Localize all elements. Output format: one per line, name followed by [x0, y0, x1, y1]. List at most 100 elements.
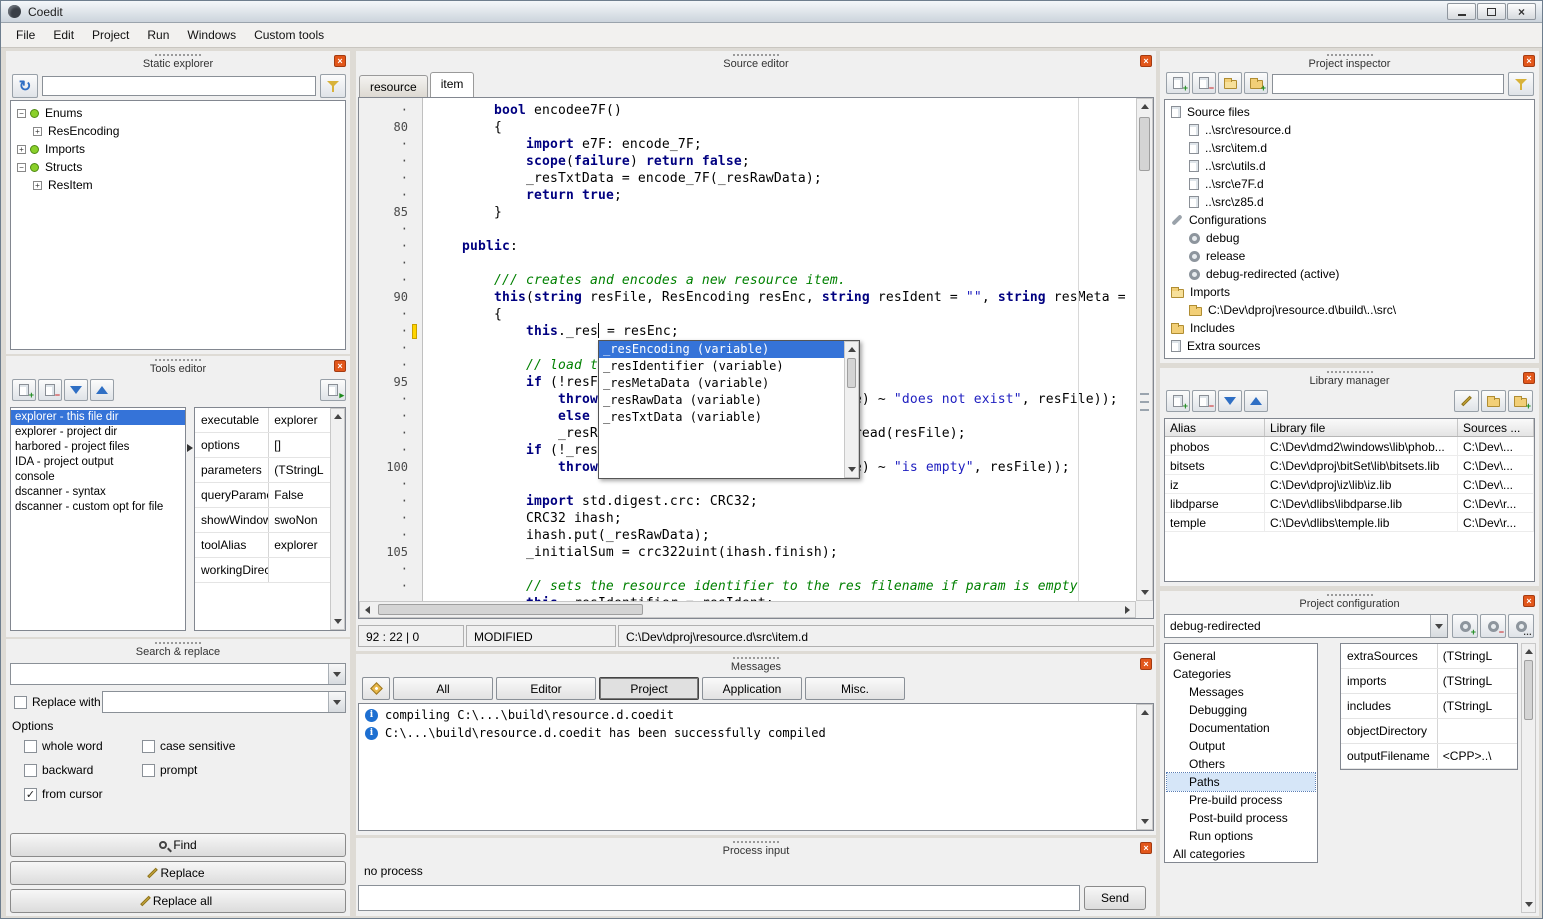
property-value[interactable]: <CPP>..\: [1438, 744, 1517, 768]
project-tree-item[interactable]: C:\Dev\dproj\resource.d\build\..\src\: [1165, 301, 1534, 319]
property-value[interactable]: (TStringL: [1438, 644, 1517, 668]
collapse-expander-icon[interactable]: −: [17, 109, 26, 118]
project-tree-item[interactable]: Extra sources: [1165, 337, 1534, 355]
drag-grip-icon[interactable]: [733, 841, 779, 843]
library-row[interactable]: bitsetsC:\Dev\dproj\bitSet\lib\bitsets.l…: [1165, 456, 1534, 475]
option-checkbox-whole-word[interactable]: whole word: [24, 739, 142, 753]
checkbox-icon[interactable]: [24, 764, 37, 777]
menu-windows[interactable]: Windows: [178, 25, 245, 45]
category-item[interactable]: Paths: [1167, 773, 1315, 791]
message-row[interactable]: icompiling C:\...\build\resource.d.coedi…: [359, 706, 1136, 724]
code-line[interactable]: [430, 561, 1136, 578]
editor-hscrollbar[interactable]: [359, 601, 1136, 618]
titlebar[interactable]: Coedit ×: [1, 1, 1542, 23]
category-item[interactable]: Categories: [1167, 665, 1315, 683]
scroll-down-arrow[interactable]: [845, 462, 858, 477]
expand-expander-icon[interactable]: +: [17, 145, 26, 154]
library-row[interactable]: izC:\Dev\dproj\iz\lib\iz.libC:\Dev\...: [1165, 475, 1534, 494]
scroll-down-arrow[interactable]: [331, 614, 344, 629]
project-tree-item[interactable]: Includes: [1165, 319, 1534, 337]
scrollbar-thumb[interactable]: [1524, 660, 1533, 720]
property-value[interactable]: []: [269, 433, 330, 457]
code-line[interactable]: import e7F: encode_7F;: [430, 136, 1136, 153]
close-panel-button[interactable]: ×: [1140, 842, 1152, 854]
close-panel-button[interactable]: ×: [1140, 658, 1152, 670]
add-tool-button[interactable]: +: [12, 379, 36, 401]
code-line[interactable]: /// creates and encodes a new resource i…: [430, 272, 1136, 289]
close-panel-button[interactable]: ×: [1523, 372, 1535, 384]
code-line[interactable]: CRC32 ihash;: [430, 510, 1136, 527]
move-library-down-button[interactable]: [1218, 390, 1242, 412]
menu-file[interactable]: File: [7, 25, 44, 45]
drag-grip-icon[interactable]: [155, 359, 201, 361]
code-line[interactable]: [430, 221, 1136, 238]
library-row[interactable]: phobosC:\Dev\dmd2\windows\lib\phob...C:\…: [1165, 437, 1534, 456]
open-library-file-button[interactable]: [1481, 390, 1506, 412]
filter-editor[interactable]: Editor: [496, 677, 596, 700]
panel-header[interactable]: Tools editor×: [6, 356, 350, 376]
code-line[interactable]: // sets the resource identifier to the r…: [430, 578, 1136, 595]
move-library-up-button[interactable]: [1244, 390, 1268, 412]
scroll-up-arrow[interactable]: [1522, 644, 1535, 659]
project-tree-item[interactable]: ..\src\utils.d: [1165, 157, 1534, 175]
category-item[interactable]: Output: [1167, 737, 1315, 755]
project-tree-item[interactable]: ..\src\e7F.d: [1165, 175, 1534, 193]
scroll-up-arrow[interactable]: [1137, 99, 1152, 114]
close-panel-button[interactable]: ×: [334, 55, 346, 67]
completion-item[interactable]: _resRawData (variable): [599, 392, 844, 409]
drag-grip-icon[interactable]: [1327, 54, 1373, 56]
remove-tool-button[interactable]: −: [38, 379, 62, 401]
splitter-arrow-icon[interactable]: [187, 444, 193, 452]
category-item[interactable]: General: [1167, 647, 1315, 665]
checkbox-icon[interactable]: ✓: [24, 788, 37, 801]
library-row[interactable]: templeC:\Dev\dlibs\temple.libC:\Dev\r...: [1165, 513, 1534, 532]
process-input-field[interactable]: [358, 885, 1080, 911]
drag-grip-icon[interactable]: [155, 54, 201, 56]
project-tree-item[interactable]: debug-redirected (active): [1165, 265, 1534, 283]
inspector-filter-input[interactable]: [1272, 74, 1504, 94]
filter-misc[interactable]: Misc.: [805, 677, 905, 700]
tab-item[interactable]: item: [430, 72, 475, 97]
completion-item[interactable]: _resMetaData (variable): [599, 375, 844, 392]
property-value[interactable]: swoNon: [269, 508, 330, 532]
filter-button[interactable]: [320, 74, 346, 98]
replace-all-button[interactable]: Replace all: [10, 889, 346, 913]
menu-edit[interactable]: Edit: [44, 25, 83, 45]
drag-grip-icon[interactable]: [155, 642, 201, 644]
project-tree-item[interactable]: Imports: [1165, 283, 1534, 301]
find-button[interactable]: Find: [10, 833, 346, 857]
dropdown-button[interactable]: [1430, 615, 1447, 637]
property-value[interactable]: explorer: [269, 408, 330, 432]
property-row[interactable]: includes(TStringL: [1341, 694, 1517, 719]
expand-expander-icon[interactable]: +: [33, 127, 42, 136]
checkbox-icon[interactable]: [142, 764, 155, 777]
tree-item[interactable]: +ResItem: [11, 176, 345, 194]
menu-project[interactable]: Project: [83, 25, 138, 45]
grid-scrollbar[interactable]: [330, 408, 345, 630]
maximize-button[interactable]: [1477, 3, 1506, 20]
add-folder-button[interactable]: [1218, 72, 1242, 94]
property-row[interactable]: parameters(TStringL: [195, 458, 330, 483]
panel-header[interactable]: Library manager×: [1160, 368, 1539, 388]
property-row[interactable]: extraSources(TStringL: [1341, 644, 1517, 669]
category-item[interactable]: All categories: [1167, 845, 1315, 863]
library-row[interactable]: libdparseC:\Dev\dlibs\libdparse.libC:\De…: [1165, 494, 1534, 513]
completion-item[interactable]: _resEncoding (variable): [599, 341, 844, 358]
close-panel-button[interactable]: ×: [334, 360, 346, 372]
scroll-up-arrow[interactable]: [1137, 705, 1152, 720]
filter-project[interactable]: Project: [599, 677, 699, 700]
property-value[interactable]: False: [269, 483, 330, 507]
add-configuration-button[interactable]: +: [1452, 614, 1478, 638]
tool-list-item[interactable]: harbored - project files: [11, 440, 185, 455]
drag-grip-icon[interactable]: [733, 657, 779, 659]
collapse-expander-icon[interactable]: −: [17, 163, 26, 172]
project-tree-item[interactable]: ..\src\z85.d: [1165, 193, 1534, 211]
category-item[interactable]: Others: [1167, 755, 1315, 773]
messages-scrollbar[interactable]: [1136, 704, 1153, 830]
editor-vscrollbar[interactable]: [1136, 98, 1153, 601]
panel-header[interactable]: Project configuration×: [1160, 591, 1539, 611]
code-line[interactable]: bool encodee7F(): [430, 102, 1136, 119]
scroll-up-arrow[interactable]: [331, 409, 344, 424]
project-tree-item[interactable]: ..\src\resource.d: [1165, 121, 1534, 139]
scroll-down-arrow[interactable]: [1137, 585, 1152, 600]
